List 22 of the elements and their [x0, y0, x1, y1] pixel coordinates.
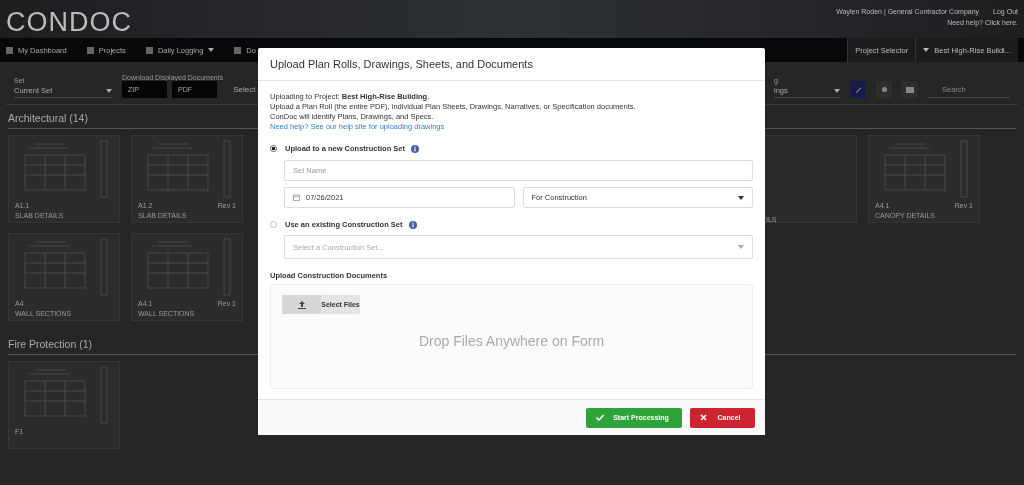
caret-icon	[834, 88, 840, 93]
pencil-button[interactable]	[850, 81, 866, 98]
caret-icon	[738, 195, 744, 200]
info-icon[interactable]	[411, 144, 419, 153]
settings-icon	[880, 86, 888, 93]
close-icon	[700, 414, 707, 421]
email-button[interactable]	[902, 81, 918, 98]
caret-icon	[923, 48, 930, 52]
check-icon	[596, 414, 604, 421]
select-label: Select	[233, 85, 256, 96]
drop-hint: Drop Files Anywhere on Form	[418, 333, 605, 349]
settings-button[interactable]	[876, 81, 892, 98]
info-icon[interactable]	[408, 220, 417, 229]
calendar-icon	[293, 194, 300, 201]
modal-title: Upload Plan Rolls, Drawings, Sheets, and Documents	[270, 58, 533, 70]
envelope-icon	[906, 86, 914, 93]
upload-icon	[297, 300, 306, 309]
caret-icon	[106, 88, 112, 93]
caret-icon	[738, 245, 744, 249]
radio-button[interactable]	[270, 145, 277, 152]
logo[interactable]: CONDOC	[6, 7, 132, 38]
pencil-icon	[854, 86, 862, 93]
